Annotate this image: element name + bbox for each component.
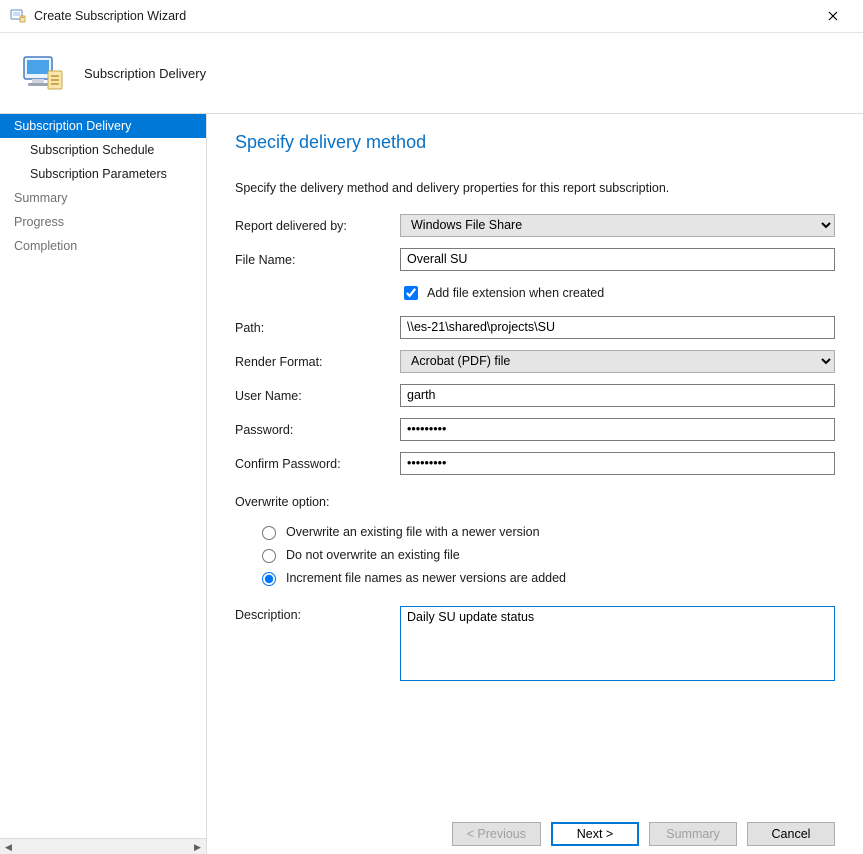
wizard-button-bar: < Previous Next > Summary Cancel — [235, 804, 835, 846]
wizard-step-list: Subscription Delivery Subscription Sched… — [0, 114, 206, 838]
title-bar: Create Subscription Wizard — [0, 0, 863, 33]
description-textarea[interactable] — [400, 606, 835, 681]
label-path: Path: — [235, 319, 400, 335]
sidebar-item-summary[interactable]: Summary — [0, 186, 206, 210]
sidebar-item-subscription-schedule[interactable]: Subscription Schedule — [0, 138, 206, 162]
overwrite-radio-group: Overwrite an existing file with a newer … — [235, 517, 835, 592]
scroll-left-icon[interactable]: ◀ — [0, 839, 17, 854]
file-name-input[interactable] — [400, 248, 835, 271]
label-description: Description: — [235, 606, 400, 622]
wizard-content: Specify delivery method Specify the deli… — [207, 114, 863, 854]
sidebar-item-subscription-parameters[interactable]: Subscription Parameters — [0, 162, 206, 186]
delivered-by-select[interactable]: Windows File Share — [400, 214, 835, 237]
wizard-header: Subscription Delivery — [0, 33, 863, 113]
page-title: Specify delivery method — [235, 132, 835, 153]
label-password: Password: — [235, 421, 400, 437]
wizard-sidebar: Subscription Delivery Subscription Sched… — [0, 114, 207, 854]
overwrite-radio-none[interactable] — [262, 549, 276, 563]
overwrite-radio-increment-label: Increment file names as newer versions a… — [286, 571, 566, 585]
page-subtitle: Specify the delivery method and delivery… — [235, 181, 835, 195]
user-name-input[interactable] — [400, 384, 835, 407]
scroll-right-icon[interactable]: ▶ — [189, 839, 206, 854]
add-extension-label: Add file extension when created — [427, 286, 604, 300]
overwrite-radio-increment[interactable] — [262, 572, 276, 586]
add-extension-checkbox[interactable] — [404, 286, 418, 300]
close-button[interactable] — [813, 0, 853, 32]
overwrite-radio-none-label: Do not overwrite an existing file — [286, 548, 460, 562]
label-confirm-password: Confirm Password: — [235, 455, 400, 471]
wizard-body: Subscription Delivery Subscription Sched… — [0, 113, 863, 854]
wizard-header-icon — [18, 49, 66, 97]
render-format-select[interactable]: Acrobat (PDF) file — [400, 350, 835, 373]
overwrite-radio-replace-label: Overwrite an existing file with a newer … — [286, 525, 540, 539]
label-user-name: User Name: — [235, 387, 400, 403]
wizard-header-title: Subscription Delivery — [84, 66, 206, 81]
scroll-track[interactable] — [17, 839, 189, 854]
window-title: Create Subscription Wizard — [34, 9, 813, 23]
previous-button[interactable]: < Previous — [452, 822, 541, 846]
sidebar-item-label: Subscription Schedule — [30, 143, 154, 157]
sidebar-item-label: Subscription Delivery — [14, 119, 131, 133]
summary-button[interactable]: Summary — [649, 822, 737, 846]
label-overwrite-option: Overwrite option: — [235, 495, 835, 509]
app-icon — [10, 8, 26, 24]
sidebar-horizontal-scrollbar[interactable]: ◀ ▶ — [0, 838, 206, 854]
password-input[interactable] — [400, 418, 835, 441]
sidebar-item-label: Summary — [14, 191, 67, 205]
sidebar-item-label: Progress — [14, 215, 64, 229]
path-input[interactable] — [400, 316, 835, 339]
next-button[interactable]: Next > — [551, 822, 639, 846]
confirm-password-input[interactable] — [400, 452, 835, 475]
label-delivered-by: Report delivered by: — [235, 217, 400, 233]
sidebar-item-completion[interactable]: Completion — [0, 234, 206, 258]
cancel-button[interactable]: Cancel — [747, 822, 835, 846]
sidebar-item-label: Subscription Parameters — [30, 167, 167, 181]
sidebar-item-subscription-delivery[interactable]: Subscription Delivery — [0, 114, 206, 138]
sidebar-item-progress[interactable]: Progress — [0, 210, 206, 234]
label-file-name: File Name: — [235, 251, 400, 267]
sidebar-item-label: Completion — [14, 239, 77, 253]
overwrite-radio-replace[interactable] — [262, 526, 276, 540]
label-render-format: Render Format: — [235, 353, 400, 369]
